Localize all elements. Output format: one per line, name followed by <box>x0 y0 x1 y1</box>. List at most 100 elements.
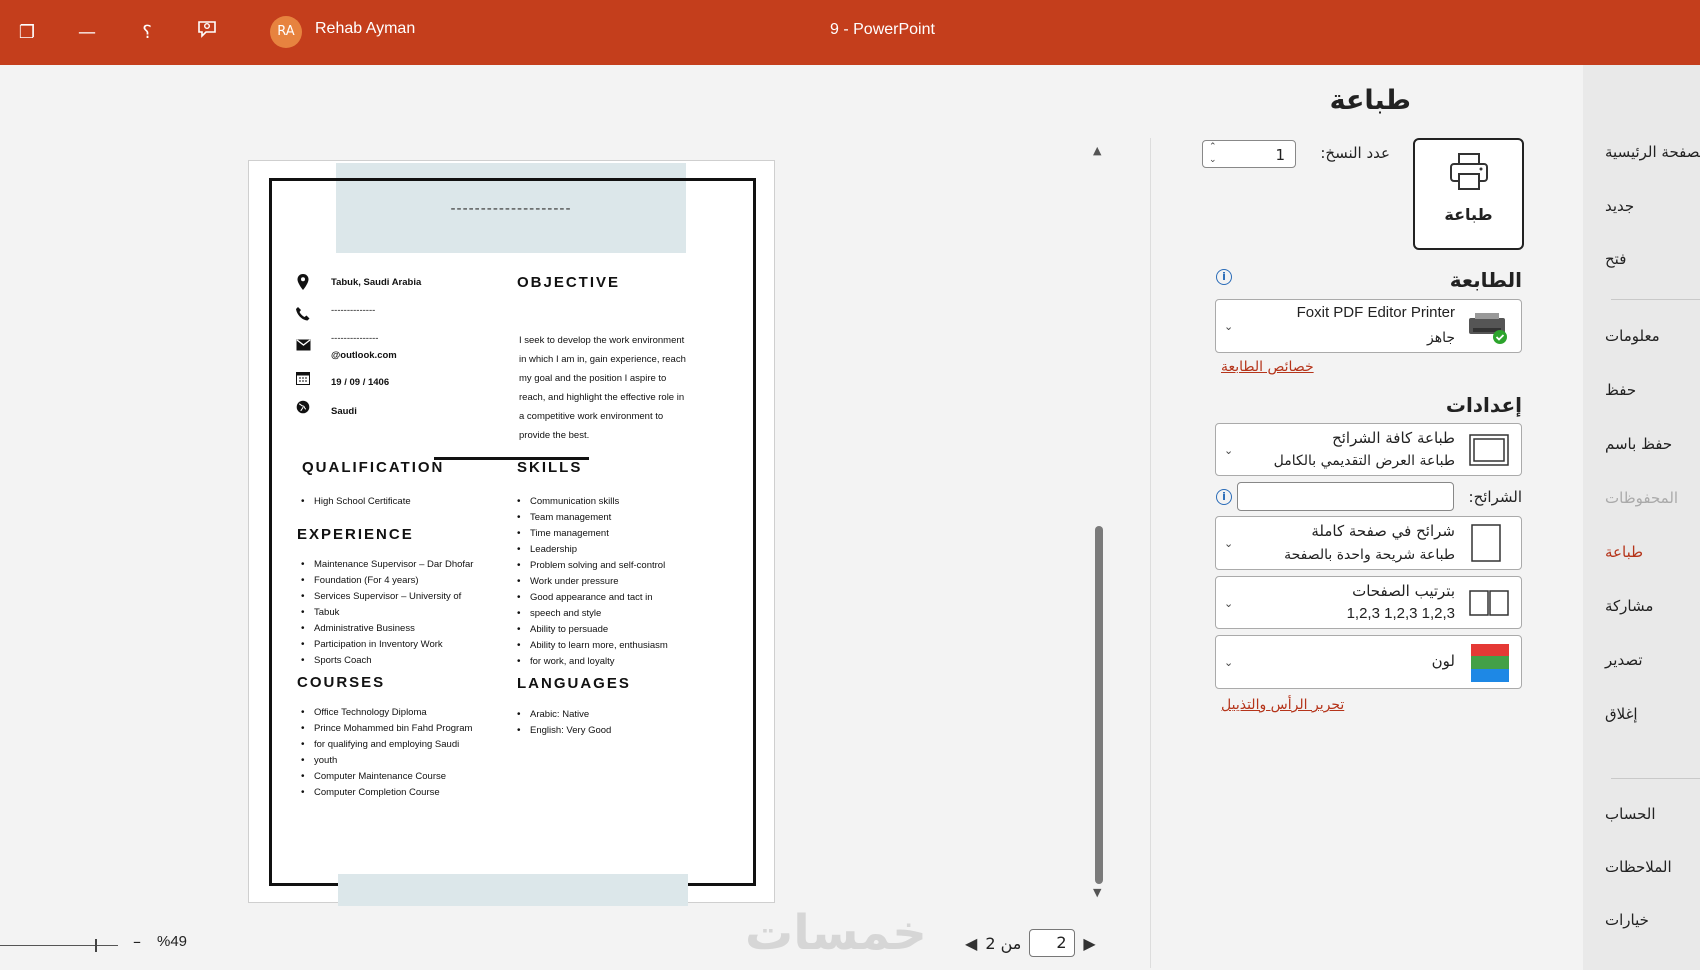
preview-scrollbar[interactable]: ▲ ▼ <box>1090 144 1108 899</box>
list-item: Time management <box>517 526 668 542</box>
info-icon[interactable]: i <box>1216 489 1232 505</box>
objective-title: OBJECTIVE <box>517 274 621 291</box>
settings-section-title: إعدادات <box>1445 393 1522 417</box>
languages-list: Arabic: Native English: Very Good <box>517 707 611 739</box>
print-range-dropdown[interactable]: ⌄ طباعة كافة الشرائح طباعة العرض التقديم… <box>1215 423 1522 476</box>
languages-title: LANGUAGES <box>517 675 631 692</box>
qualification-list: High School Certificate <box>301 494 411 510</box>
coauthor-icon[interactable] <box>192 18 222 48</box>
objective-line: in which I am in, gain experience, reach <box>519 354 686 365</box>
qualification-title: QUALIFICATION <box>302 459 445 476</box>
list-item: for qualifying and employing Saudi <box>301 737 472 753</box>
user-name[interactable]: Rehab Ayman <box>315 20 415 38</box>
zoom-slider-thumb[interactable] <box>95 939 97 952</box>
nav-item-save-as[interactable]: حفظ باسم <box>1605 435 1700 453</box>
list-item: Participation in Inventory Work <box>301 637 473 653</box>
nav-item-share[interactable]: مشاركة <box>1605 597 1700 615</box>
printer-dropdown[interactable]: ⌄ Foxit PDF Editor Printer جاهز <box>1215 299 1522 353</box>
list-item: Tabuk <box>301 605 473 621</box>
list-item: Computer Maintenance Course <box>301 769 472 785</box>
panel-divider <box>1150 138 1151 968</box>
color-value: لون <box>1431 652 1455 670</box>
nav-item-save[interactable]: حفظ <box>1605 381 1700 399</box>
courses-list: Office Technology Diploma Prince Mohamme… <box>301 705 472 801</box>
collation-order: 1,2,3 1,2,3 1,2,3 <box>1346 605 1455 622</box>
list-item: Good appearance and tact in <box>517 590 668 606</box>
list-item: Arabic: Native <box>517 707 611 723</box>
minimize-icon[interactable]: — <box>72 18 102 48</box>
nav-item-new[interactable]: جديد <box>1605 197 1700 215</box>
nav-item-open[interactable]: فتح <box>1605 250 1700 268</box>
contact-email: @outlook.com <box>331 350 397 361</box>
list-item: Maintenance Supervisor – Dar Dhofar <box>301 557 473 573</box>
list-item: Sports Coach <box>301 653 473 669</box>
printer-icon <box>1415 152 1522 201</box>
location-icon <box>296 273 310 295</box>
edit-header-footer-link[interactable]: تحرير الرأس والتذييل <box>1221 697 1344 713</box>
scroll-up-icon[interactable]: ▲ <box>1093 144 1101 157</box>
copies-label: عدد النسخ: <box>1320 144 1390 162</box>
nav-separator <box>1611 778 1700 779</box>
copies-value: 1 <box>1275 146 1285 164</box>
experience-title: EXPERIENCE <box>297 526 414 543</box>
zoom-percent[interactable]: %49 <box>157 933 187 950</box>
layout-dropdown[interactable]: ⌄ شرائح في صفحة كاملة طباعة شريحة واحدة … <box>1215 516 1522 570</box>
list-item: Office Technology Diploma <box>301 705 472 721</box>
courses-title: COURSES <box>297 674 386 691</box>
objective-line: reach, and highlight the effective role … <box>519 392 685 403</box>
page-number-input[interactable]: 2 <box>1029 929 1076 957</box>
avatar[interactable]: RA <box>270 16 302 48</box>
scroll-thumb[interactable] <box>1095 526 1103 884</box>
printer-properties-link[interactable]: خصائص الطابعة <box>1221 359 1314 375</box>
chevron-down-icon: ⌄ <box>1224 537 1234 550</box>
restore-icon[interactable]: ❐ <box>12 18 42 48</box>
prev-page-icon[interactable]: ◀ <box>965 934 977 953</box>
chevron-down-icon: ⌄ <box>1224 320 1234 333</box>
slides-range-icon <box>1469 434 1509 470</box>
zoom-control: – %49 <box>0 930 200 960</box>
print-range-desc: طباعة العرض التقديمي بالكامل <box>1273 453 1455 469</box>
chevron-down-icon: ⌄ <box>1224 444 1234 457</box>
list-item: English: Very Good <box>517 723 611 739</box>
print-button-label: طباعة <box>1444 205 1493 224</box>
zoom-slider[interactable] <box>0 945 118 946</box>
contact-dob: 19 / 09 / 1406 <box>331 377 390 388</box>
watermark: خمسات <box>745 905 927 961</box>
nav-item-account[interactable]: الحساب <box>1605 805 1700 823</box>
nav-item-export[interactable]: تصدير <box>1605 651 1700 669</box>
copies-spinner-icon[interactable]: ⌃ ⌄ <box>1209 141 1217 167</box>
nav-item-home[interactable]: الصفحة الرئيسية <box>1605 143 1700 161</box>
info-icon[interactable]: i <box>1216 269 1232 285</box>
nav-item-info[interactable]: معلومات <box>1605 327 1700 345</box>
globe-icon <box>296 400 310 418</box>
help-icon[interactable]: ؟ <box>132 18 162 48</box>
scroll-down-icon[interactable]: ▼ <box>1093 886 1101 899</box>
list-item: Team management <box>517 510 668 526</box>
backstage-nav: الصفحة الرئيسية جديد فتح معلومات حفظ حفظ… <box>1583 65 1700 970</box>
print-button[interactable]: طباعة <box>1413 138 1524 250</box>
objective-text: I seek to develop the work environment i… <box>519 331 719 445</box>
slides-input[interactable] <box>1237 482 1454 511</box>
nav-item-options[interactable]: خيارات <box>1605 911 1700 929</box>
phone-icon <box>295 306 311 326</box>
copies-input[interactable]: ⌃ ⌄ 1 <box>1202 140 1296 168</box>
layout-value: شرائح في صفحة كاملة <box>1311 522 1455 540</box>
skills-title: SKILLS <box>517 459 583 476</box>
collated-icon <box>1469 590 1509 620</box>
page-count-label: من 2 <box>985 933 1022 953</box>
nav-item-print[interactable]: طباعة <box>1605 543 1700 561</box>
nav-item-close[interactable]: إغلاق <box>1605 705 1700 723</box>
zoom-out-icon[interactable]: – <box>133 932 141 951</box>
printer-section-title: الطابعة <box>1449 268 1522 292</box>
color-dropdown[interactable]: ⌄ لون <box>1215 635 1522 689</box>
print-range-value: طباعة كافة الشرائح <box>1332 429 1455 447</box>
title-bar: ❐ — ؟ RA Rehab Ayman 9 - PowerPoint <box>0 0 1700 65</box>
next-page-icon[interactable]: ▶ <box>1083 934 1095 953</box>
full-page-slide-icon <box>1471 524 1501 566</box>
list-item: for work, and loyalty <box>517 654 668 670</box>
contact-phone: -------------- <box>331 305 376 316</box>
contact-nationality: Saudi <box>331 406 357 417</box>
nav-item-feedback[interactable]: الملاحظات <box>1605 858 1700 876</box>
collation-dropdown[interactable]: ⌄ بترتيب الصفحات 1,2,3 1,2,3 1,2,3 <box>1215 576 1522 629</box>
chevron-down-icon: ⌄ <box>1224 597 1234 610</box>
